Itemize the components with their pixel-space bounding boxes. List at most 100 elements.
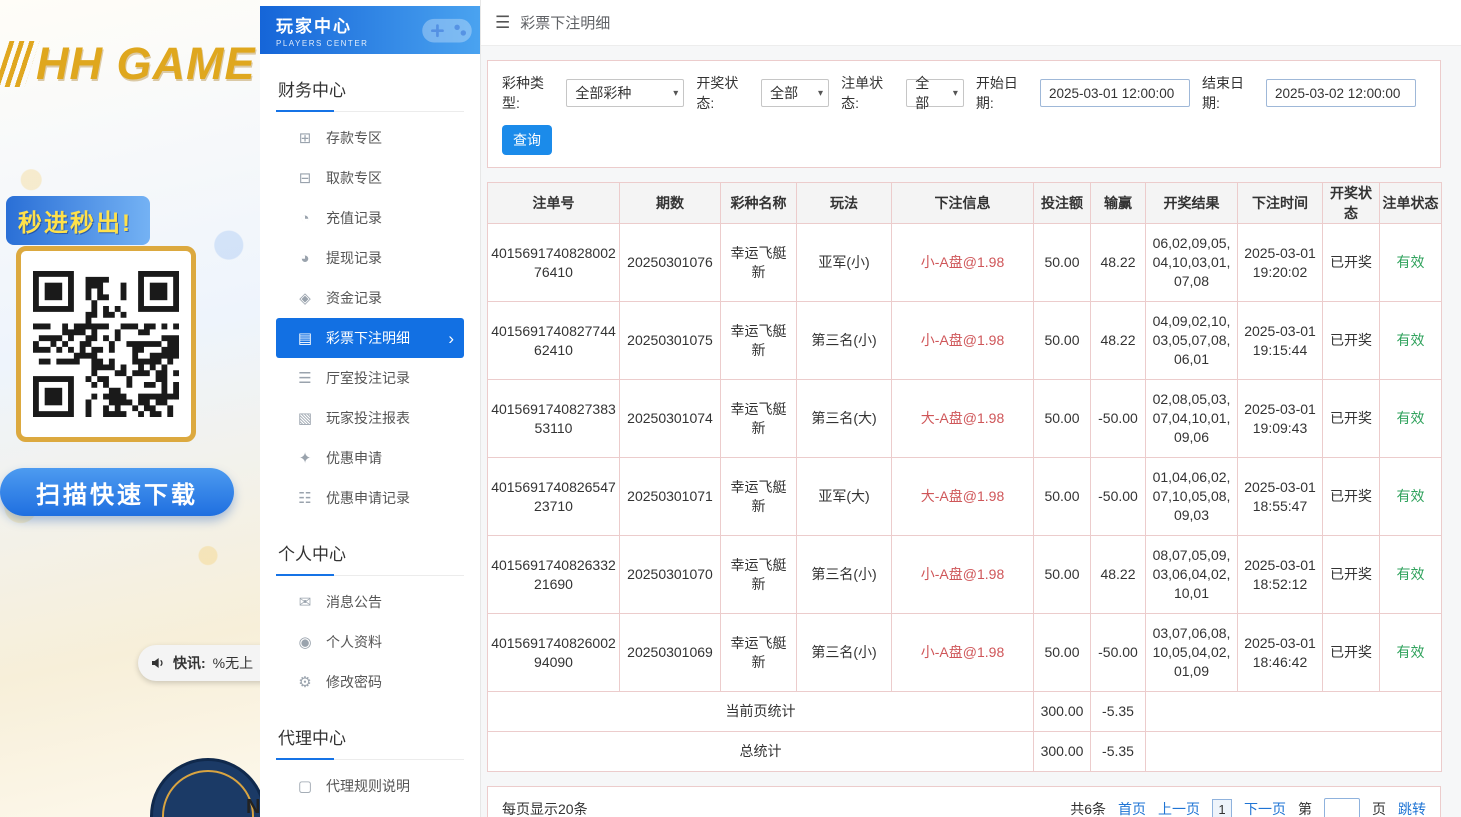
- jump-button[interactable]: 跳转: [1398, 799, 1426, 817]
- sidebar: 玩家中心 PLAYERS CENTER 财务中心 ⊞存款专区⊟取款专区◔充值记录◕…: [260, 0, 481, 817]
- cell-bet-status: 有效: [1380, 458, 1442, 536]
- first-page-link[interactable]: 首页: [1118, 799, 1146, 817]
- cell-bet-info: 大-A盘@1.98: [892, 458, 1034, 536]
- agent-rules-icon: ▢: [296, 777, 314, 795]
- promo-apply-icon: ✦: [296, 449, 314, 467]
- promo-apply-records-icon: ☷: [296, 489, 314, 507]
- partner-letter: N: [246, 796, 260, 817]
- sidebar-item-recharge-records[interactable]: ◔充值记录: [276, 198, 464, 238]
- ticker-label: 快讯:: [173, 653, 206, 673]
- table-row: 40156917408273835311020250301074幸运飞艇新第三名…: [488, 380, 1442, 458]
- draw-status-value: 全部: [770, 83, 798, 103]
- column-header: 开奖状态: [1323, 183, 1380, 224]
- sidebar-item-deposit[interactable]: ⊞存款专区: [276, 118, 464, 158]
- section-title: 财务中心: [276, 62, 464, 112]
- cell-play-type: 第三名(小): [797, 536, 892, 614]
- chevron-down-icon: ▾: [673, 88, 678, 99]
- sidebar-item-agent-team-stats[interactable]: ▥代理团队统计: [276, 806, 464, 817]
- cell-bet-time: 2025-03-01 18:55:47: [1238, 458, 1323, 536]
- sidebar-item-label: 玩家投注报表: [326, 408, 410, 428]
- cell-draw-result: 04,09,02,10,03,05,07,08,06,01: [1146, 302, 1238, 380]
- prev-page-link[interactable]: 上一页: [1158, 799, 1200, 817]
- hamburger-menu-icon[interactable]: ☰: [495, 13, 510, 33]
- ticker-text: %无上: [213, 653, 253, 673]
- cell-draw-result: 01,04,06,02,07,10,05,08,09,03: [1146, 458, 1238, 536]
- cell-play-type: 第三名(大): [797, 380, 892, 458]
- per-page-label: 每页显示20条: [502, 799, 588, 817]
- cell-draw-status: 已开奖: [1323, 614, 1380, 692]
- bets-table-wrap: 注单号期数彩种名称玩法下注信息投注额输赢开奖结果下注时间开奖状态注单状态 401…: [487, 182, 1441, 772]
- profile-icon: ◉: [296, 633, 314, 651]
- cell-bet-info: 小-A盘@1.98: [892, 302, 1034, 380]
- search-button[interactable]: 查询: [502, 125, 552, 155]
- column-header: 下注时间: [1238, 183, 1323, 224]
- scan-download-button[interactable]: 扫描快速下载: [0, 468, 234, 516]
- sidebar-item-label: 代理规则说明: [326, 776, 410, 796]
- draw-status-select[interactable]: 全部 ▾: [761, 79, 829, 107]
- cell-draw-status: 已开奖: [1323, 536, 1380, 614]
- sidebar-item-label: 取款专区: [326, 168, 382, 188]
- sidebar-item-withdraw[interactable]: ⊟取款专区: [276, 158, 464, 198]
- bets-table-body: 40156917408280027641020250301076幸运飞艇新亚军(…: [488, 224, 1442, 772]
- brand-logo: HH GAME: [2, 38, 256, 90]
- cell-bet-amount: 50.00: [1034, 380, 1091, 458]
- summary-label: 总统计: [488, 732, 1034, 772]
- cell-bet-status: 有效: [1380, 536, 1442, 614]
- bet-status-select[interactable]: 全部 ▾: [906, 79, 964, 107]
- chevron-down-icon: ▾: [818, 88, 823, 99]
- current-page-badge[interactable]: 1: [1212, 799, 1232, 817]
- sidebar-item-change-password[interactable]: ⚙修改密码: [276, 662, 464, 702]
- cell-period: 20250301070: [620, 536, 721, 614]
- cell-bet-no: 401569174082800276410: [488, 224, 620, 302]
- column-header: 注单状态: [1380, 183, 1442, 224]
- lottery-type-select[interactable]: 全部彩种 ▾: [566, 79, 684, 107]
- cell-bet-time: 2025-03-01 19:09:43: [1238, 380, 1323, 458]
- bet-status-label: 注单状态:: [841, 73, 900, 113]
- qr-code-icon: [33, 269, 179, 419]
- sidebar-item-agent-rules[interactable]: ▢ 代理规则说明: [276, 766, 464, 806]
- cell-draw-result: 03,07,06,08,10,05,04,02,01,09: [1146, 614, 1238, 692]
- fund-records-icon: ◈: [296, 289, 314, 307]
- players-center-header: 玩家中心 PLAYERS CENTER: [260, 6, 480, 54]
- cell-bet-info: 小-A盘@1.98: [892, 224, 1034, 302]
- sidebar-item-label: 优惠申请记录: [326, 488, 410, 508]
- sidebar-item-messages[interactable]: ✉消息公告: [276, 582, 464, 622]
- cell-bet-status: 有效: [1380, 224, 1442, 302]
- total-count: 共6条: [1070, 799, 1106, 817]
- start-date-input[interactable]: [1040, 79, 1190, 107]
- cell-bet-info: 小-A盘@1.98: [892, 536, 1034, 614]
- sidebar-item-label: 优惠申请: [326, 448, 382, 468]
- lottery-type-value: 全部彩种: [575, 83, 631, 103]
- summary-winloss: -5.35: [1091, 692, 1146, 732]
- next-page-link[interactable]: 下一页: [1244, 799, 1286, 817]
- cell-bet-time: 2025-03-01 18:52:12: [1238, 536, 1323, 614]
- messages-icon: ✉: [296, 593, 314, 611]
- sidebar-item-promo-apply[interactable]: ✦ 优惠申请: [276, 438, 464, 478]
- cell-draw-status: 已开奖: [1323, 224, 1380, 302]
- sidebar-item-promo-apply-records[interactable]: ☷ 优惠申请记录: [276, 478, 464, 518]
- cell-bet-amount: 50.00: [1034, 614, 1091, 692]
- cell-period: 20250301069: [620, 614, 721, 692]
- cell-draw-status: 已开奖: [1323, 458, 1380, 536]
- cell-bet-status: 有效: [1380, 380, 1442, 458]
- sidebar-item-cashout-records[interactable]: ◕提现记录: [276, 238, 464, 278]
- cell-bet-amount: 50.00: [1034, 224, 1091, 302]
- cell-win-loss: -50.00: [1091, 380, 1146, 458]
- sidebar-item-lottery-bet-details[interactable]: ▤彩票下注明细›: [276, 318, 464, 358]
- cell-bet-time: 2025-03-01 19:15:44: [1238, 302, 1323, 380]
- jump-page-input[interactable]: [1324, 798, 1360, 817]
- cell-period: 20250301074: [620, 380, 721, 458]
- sidebar-item-fund-records[interactable]: ◈资金记录: [276, 278, 464, 318]
- table-row: 40156917408280027641020250301076幸运飞艇新亚军(…: [488, 224, 1442, 302]
- sidebar-item-profile[interactable]: ◉个人资料: [276, 622, 464, 662]
- sidebar-item-player-bet-report[interactable]: ▧ 玩家投注报表: [276, 398, 464, 438]
- lottery-bet-details-icon: ▤: [296, 329, 314, 347]
- sidebar-item-label: 修改密码: [326, 672, 382, 692]
- summary-row: 总统计300.00-5.35: [488, 732, 1442, 772]
- summary-empty: [1146, 732, 1442, 772]
- download-qr-code: [16, 246, 196, 442]
- table-row: 40156917408265472371020250301071幸运飞艇新亚军(…: [488, 458, 1442, 536]
- sidebar-item-hall-bet-records[interactable]: ☰厅室投注记录: [276, 358, 464, 398]
- player-bet-report-icon: ▧: [296, 409, 314, 427]
- end-date-input[interactable]: [1266, 79, 1416, 107]
